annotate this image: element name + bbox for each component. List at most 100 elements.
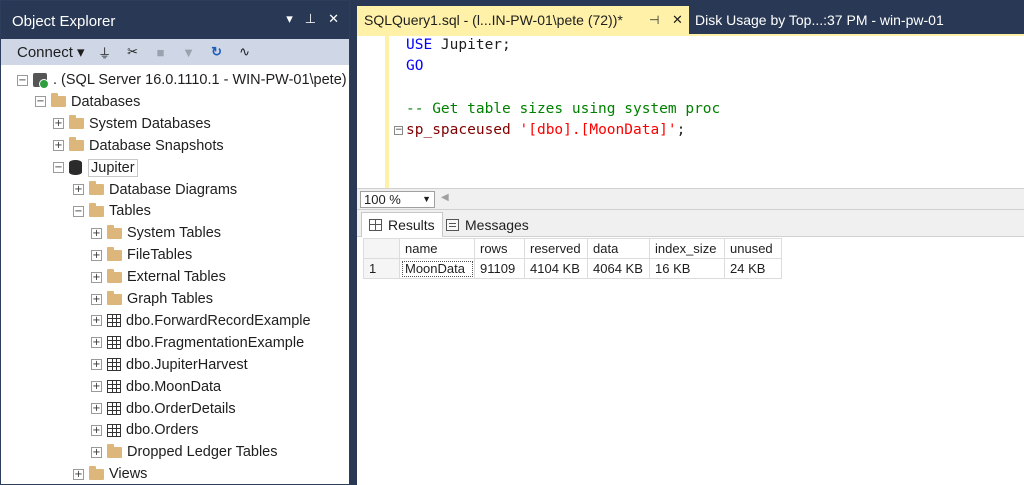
tree-node[interactable]: + dbo.JupiterHarvest — [91, 354, 248, 376]
close-icon[interactable]: ✕ — [328, 11, 339, 27]
tree-node[interactable]: + dbo.MoonData — [91, 376, 221, 398]
collapse-icon[interactable]: − — [17, 74, 28, 86]
disconnect-icon[interactable]: ✂ — [125, 44, 141, 60]
tree-node[interactable]: + Database Diagrams — [73, 179, 237, 201]
tree-node-label: External Tables — [127, 269, 226, 286]
tree-node[interactable]: − Tables — [73, 200, 151, 222]
table-icon — [107, 380, 121, 394]
expand-icon[interactable]: + — [53, 140, 64, 152]
document-tabs: SQLQuery1.sql - (l...IN-PW-01\pete (72))… — [357, 6, 1024, 34]
tree-node[interactable]: − Jupiter — [53, 157, 138, 179]
tab-results-label: Results — [388, 217, 435, 233]
expand-icon[interactable]: + — [91, 293, 102, 305]
grid-corner[interactable] — [363, 238, 400, 259]
code-line-1: USE Jupiter; — [406, 37, 511, 53]
tree-node-label: Graph Tables — [127, 291, 213, 307]
expand-icon[interactable]: + — [91, 337, 102, 349]
tab-messages[interactable]: Messages — [439, 212, 536, 237]
tree-node[interactable]: − Databases — [35, 91, 140, 113]
tree-node[interactable]: + Database Snapshots — [53, 135, 224, 157]
filter-icon[interactable]: ▼ — [181, 44, 197, 60]
tree-node[interactable]: − . (SQL Server 16.0.1110.1 - WIN-PW-01\p… — [17, 69, 347, 91]
tree-node[interactable]: + dbo.Orders — [91, 419, 199, 441]
expand-icon[interactable]: + — [91, 271, 102, 283]
tab-disk-usage[interactable]: Disk Usage by Top...:37 PM - win-pw-01 — [689, 6, 1024, 34]
tree-node[interactable]: + Views — [73, 463, 147, 485]
tree-node[interactable]: + Graph Tables — [91, 288, 213, 310]
tab-sqlquery1[interactable]: SQLQuery1.sql - (l...IN-PW-01\pete (72))… — [357, 6, 689, 34]
folder-icon — [51, 93, 66, 108]
column-header[interactable]: name — [399, 238, 475, 259]
scroll-left-icon[interactable]: ◀ — [441, 192, 449, 203]
activity-monitor-icon[interactable]: ∿ — [237, 44, 253, 60]
tree-node[interactable]: + System Tables — [91, 222, 221, 244]
tab-pin-icon[interactable]: ⊣ — [649, 13, 659, 27]
tree-node-label: Views — [109, 466, 148, 483]
tree-node-label: System Tables — [127, 225, 222, 242]
pin-icon[interactable]: ⊥ — [305, 11, 316, 27]
row-number[interactable]: 1 — [363, 258, 400, 279]
results-grid: name rows reserved data index_size unuse… — [363, 238, 782, 279]
column-header[interactable]: unused — [724, 238, 782, 259]
table-row: 1 MoonData 91109 4104 KB 4064 KB 16 KB 2… — [363, 258, 782, 279]
tree-node-label: dbo.OrderDetails — [126, 400, 236, 417]
column-header[interactable]: index_size — [649, 238, 725, 259]
expand-icon[interactable]: + — [91, 227, 102, 239]
expand-icon[interactable]: + — [91, 403, 102, 414]
tree-node[interactable]: + dbo.ForwardRecordExample — [91, 310, 311, 332]
grid-cell[interactable]: 16 KB — [649, 258, 725, 279]
expand-icon[interactable]: + — [73, 184, 84, 195]
grid-cell[interactable]: MoonData — [399, 258, 475, 279]
column-header[interactable]: reserved — [524, 238, 588, 259]
editor-status-bar: 100 % ▼ ◀ — [357, 188, 1024, 210]
tree-node[interactable]: + dbo.OrderDetails — [91, 398, 236, 420]
connect-button[interactable]: Connect ▾ — [17, 43, 85, 61]
tree-node-label: Jupiter — [88, 158, 138, 177]
zoom-select[interactable]: 100 % ▼ — [360, 191, 435, 208]
tree-node-label: Database Snapshots — [89, 137, 224, 154]
grid-cell[interactable]: 4104 KB — [524, 258, 588, 279]
zoom-value: 100 % — [364, 192, 401, 207]
collapse-icon[interactable]: − — [35, 96, 46, 108]
grid-cell[interactable]: 24 KB — [724, 258, 782, 279]
expand-icon[interactable]: + — [91, 359, 102, 371]
tree-node[interactable]: + External Tables — [91, 266, 226, 288]
tab-messages-label: Messages — [465, 216, 529, 233]
grid-cell[interactable]: 4064 KB — [587, 258, 650, 279]
table-icon — [107, 358, 121, 372]
folder-icon — [107, 246, 122, 261]
connect-plug-icon[interactable]: ⏚ — [97, 44, 113, 61]
collapse-icon[interactable]: − — [53, 162, 64, 174]
folder-icon — [89, 202, 104, 217]
tree-node[interactable]: + dbo.FragmentationExample — [91, 332, 304, 354]
window-position-icon[interactable]: ▾ — [286, 11, 293, 27]
tree-node-label: . (SQL Server 16.0.1110.1 - WIN-PW-01\pe… — [53, 72, 347, 88]
expand-icon[interactable]: + — [91, 381, 102, 393]
query-editor[interactable]: USE Jupiter; GO -- Get table sizes using… — [357, 34, 1024, 188]
tree-node-label: dbo.Orders — [126, 422, 199, 439]
tree-node-label: dbo.JupiterHarvest — [126, 356, 248, 373]
column-header[interactable]: rows — [474, 238, 525, 259]
refresh-icon[interactable]: ↻ — [209, 44, 225, 60]
expand-icon[interactable]: + — [91, 249, 102, 261]
expand-icon[interactable]: + — [53, 118, 64, 130]
grid-cell[interactable]: 91109 — [474, 258, 525, 279]
tree-node-label: Dropped Ledger Tables — [127, 444, 278, 461]
object-explorer-panel: Object Explorer ▾ ⊥ ✕ Connect ▾ ⏚ ✂ ■ ▼ … — [0, 0, 350, 485]
column-header[interactable]: data — [587, 238, 650, 259]
table-icon — [107, 336, 121, 350]
expand-icon[interactable]: + — [91, 424, 102, 436]
tree-node[interactable]: + System Databases — [53, 113, 211, 135]
expand-icon[interactable]: + — [73, 468, 84, 480]
outline-collapse-icon[interactable]: − — [394, 126, 403, 135]
tab-results[interactable]: Results — [361, 212, 443, 237]
tab-close-icon[interactable]: ✕ — [672, 12, 683, 28]
code-keyword: GO — [406, 58, 424, 74]
stop-icon[interactable]: ■ — [153, 44, 169, 60]
tree-node[interactable]: + Dropped Ledger Tables — [91, 441, 277, 463]
expand-icon[interactable]: + — [91, 315, 102, 327]
table-icon — [107, 314, 121, 328]
collapse-icon[interactable]: − — [73, 205, 84, 217]
tree-node[interactable]: + FileTables — [91, 244, 192, 266]
expand-icon[interactable]: + — [91, 446, 102, 458]
